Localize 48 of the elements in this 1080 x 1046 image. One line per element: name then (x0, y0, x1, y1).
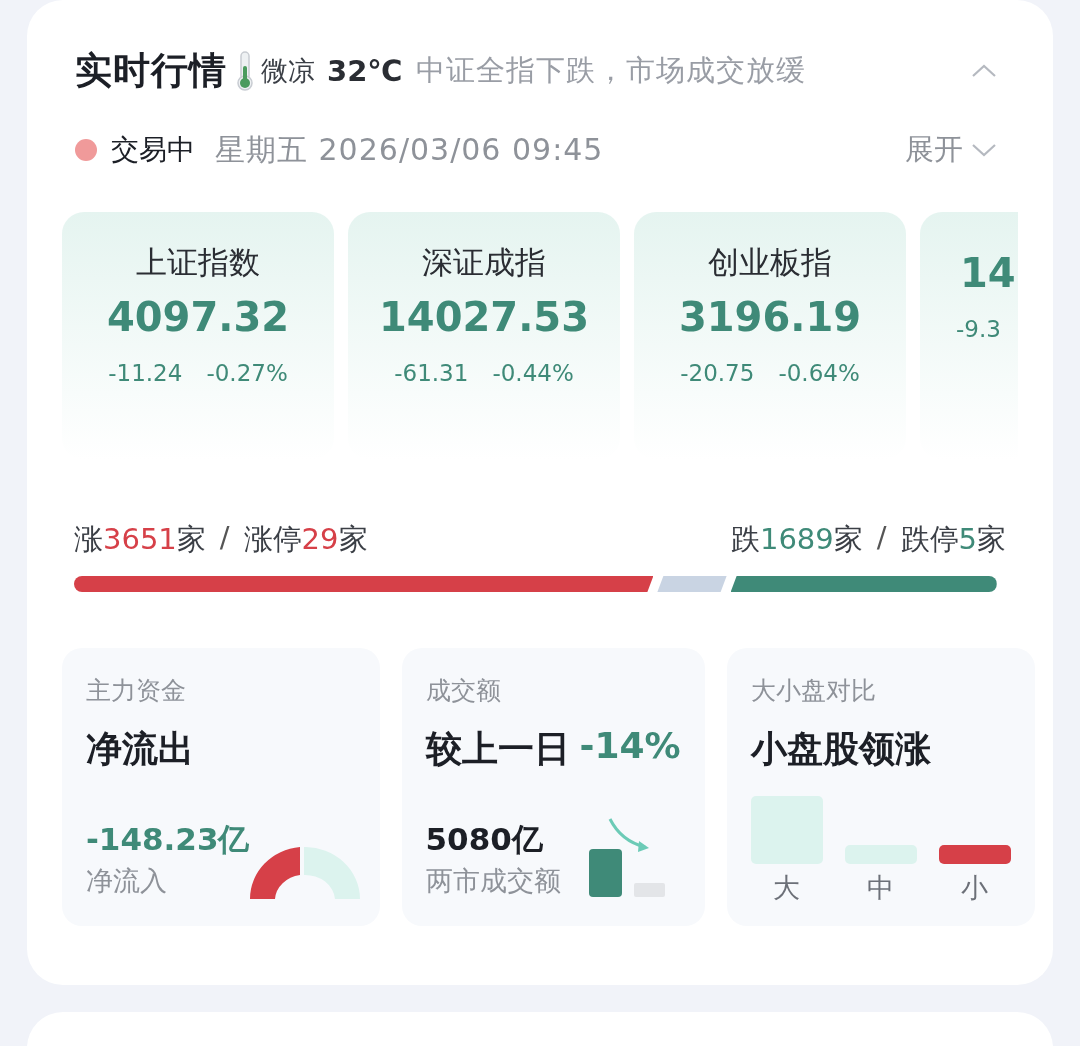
bar-label: 中 (867, 871, 895, 905)
index-change: -61.31 (394, 360, 469, 386)
stat-panel[interactable]: 大小盘对比 小盘股领涨 大 中 小 (726, 648, 1035, 926)
index-name: 深证成指 (422, 243, 546, 282)
separator: / (219, 520, 230, 556)
index-value: 3196.19 (678, 294, 862, 342)
panel-headline: 净流出 (86, 727, 194, 771)
net-flow-value: -148.23亿 (86, 820, 250, 859)
stat-panel[interactable]: 成交额 较上一日 -14% 5080亿 两市成交额 (401, 648, 705, 926)
index-value: 14 (960, 250, 1016, 298)
change-percent: -14% (579, 725, 681, 768)
panel-headline: 较上一日 (425, 727, 570, 771)
panel-label: 主力资金 (86, 675, 187, 707)
trading-status: 交易中 (111, 132, 195, 168)
breadth-segment (657, 576, 727, 592)
index-value: 14027.53 (379, 294, 589, 342)
separator: / (876, 520, 887, 556)
panel-caption: 净流入 (86, 864, 168, 898)
panel-label: 大小盘对比 (750, 675, 877, 707)
index-name: 上证指数 (136, 243, 260, 282)
index-percent: -0.64% (778, 360, 860, 386)
index-change: -20.75 (680, 360, 755, 386)
thermometer-icon (235, 50, 255, 92)
bar-label: 大 (773, 871, 801, 905)
section-title: 实时行情 (75, 48, 227, 94)
market-summary: 中证全指下跌，市场成交放缓 (416, 52, 807, 89)
index-change: -9.3 (956, 316, 1001, 342)
stat-panel[interactable]: 主力资金 净流出 -148.23亿 净流入 (62, 648, 380, 926)
advance-count: 涨停29家 (243, 521, 368, 558)
weather-label: 微凉 (261, 54, 315, 88)
volume-value: 5080亿 (425, 820, 544, 859)
collapse-icon[interactable] (971, 63, 997, 79)
index-change: -11.24 (108, 360, 183, 386)
decline-count: 跌1689家 (730, 521, 863, 558)
panel-headline: 小盘股领涨 (750, 727, 931, 771)
panel-caption: 两市成交额 (425, 864, 561, 898)
status-dot (75, 139, 97, 161)
index-value: 4097.32 (106, 294, 290, 342)
date-time: 星期五 2026/03/06 09:45 (215, 130, 604, 169)
index-name: 创业板指 (708, 243, 832, 282)
chevron-down-icon (971, 142, 997, 158)
index-percent: -0.27% (206, 360, 288, 386)
decline-count: 跌停5家 (900, 521, 1006, 558)
temperature: 32℃ (327, 54, 403, 88)
panel-label: 成交额 (425, 675, 502, 707)
advance-count: 涨3651家 (74, 521, 206, 558)
index-percent: -0.44% (492, 360, 574, 386)
bar-label: 小 (961, 871, 989, 905)
